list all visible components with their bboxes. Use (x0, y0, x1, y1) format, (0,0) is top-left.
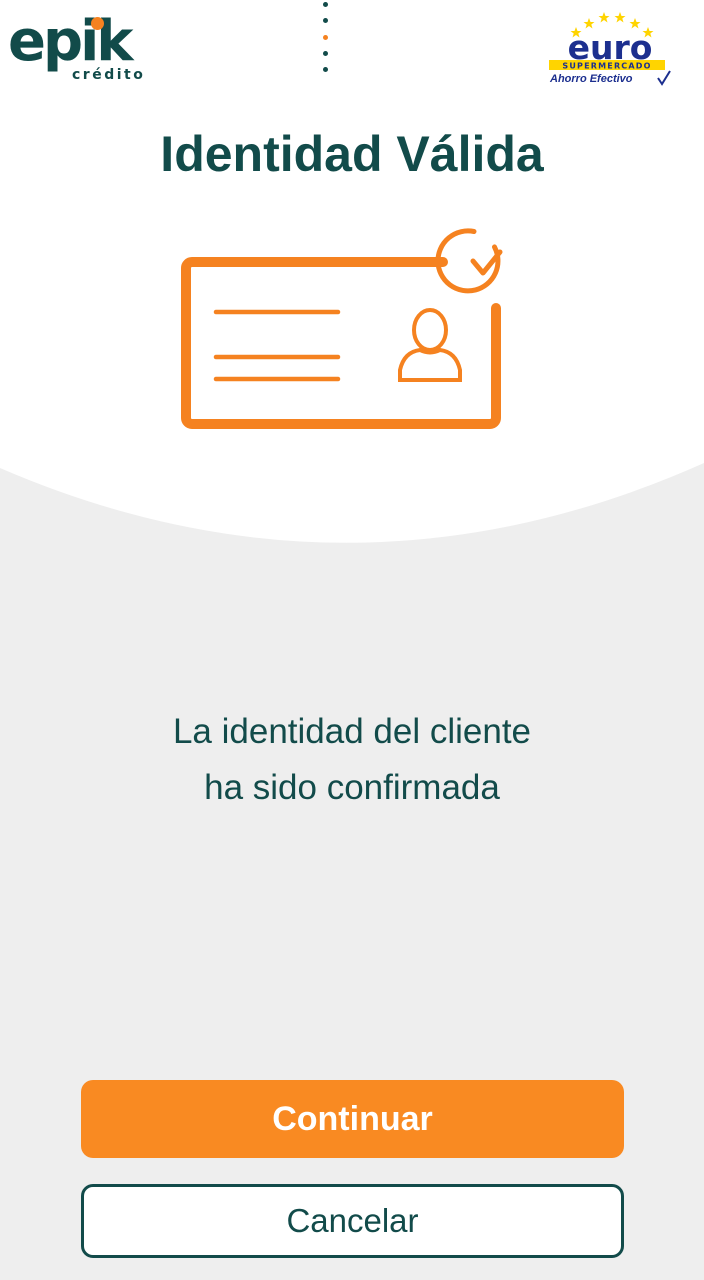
message-line: La identidad del cliente (172, 712, 532, 751)
euro-band-text: SUPERMERCADO (562, 62, 651, 71)
epik-subtitle: crédito (72, 67, 146, 83)
continue-button[interactable]: Continuar (81, 1080, 624, 1158)
epik-wordmark: epik (8, 9, 134, 74)
dot (322, 50, 328, 56)
vertical-dots-icon[interactable] (314, 0, 336, 74)
message-line: ha sido confirmada (204, 768, 500, 807)
user-icon (398, 308, 462, 382)
euro-tagline: Ahorro Efectivo (549, 73, 633, 85)
dot (322, 2, 328, 7)
epik-credito-logo: epik crédito (8, 12, 148, 84)
id-card-verified-icon (181, 228, 503, 429)
dot (322, 18, 328, 24)
page-title: Identidad Válida (160, 126, 544, 182)
logo-dot-icon (91, 17, 104, 30)
check-icon (657, 70, 671, 86)
confirmation-message: La identidad del cliente ha sido confirm… (0, 704, 704, 816)
dot (322, 34, 328, 40)
dot (322, 67, 328, 72)
euro-supermercado-logo: euro SUPERMERCADO Ahorro Efectivo (549, 12, 671, 86)
cancel-button[interactable]: Cancelar (81, 1184, 624, 1258)
